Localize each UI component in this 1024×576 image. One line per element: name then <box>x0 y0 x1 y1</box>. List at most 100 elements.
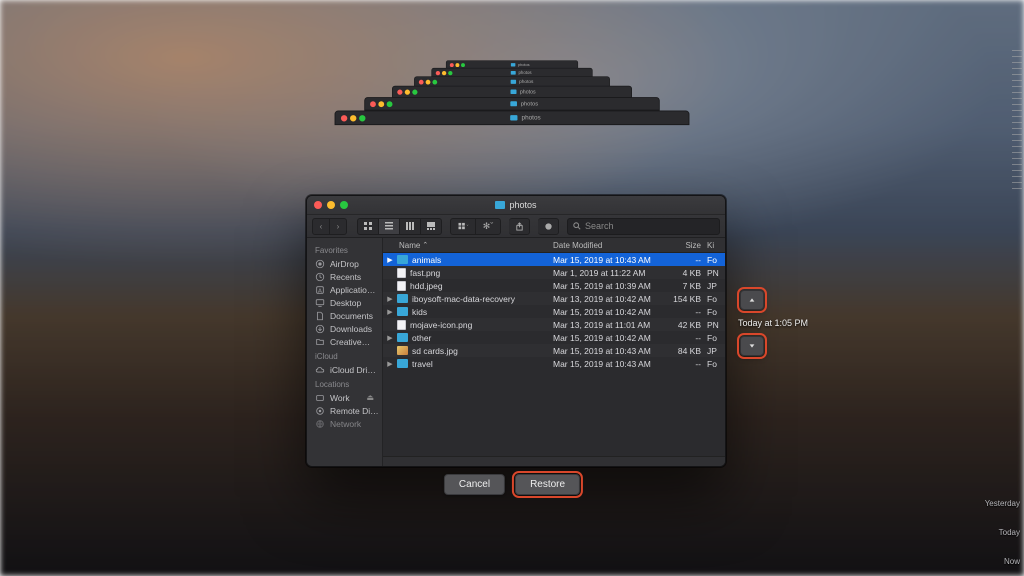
file-kind: Fo <box>707 294 725 304</box>
folder-icon <box>397 294 408 303</box>
file-kind: PN <box>707 268 725 278</box>
forward-button[interactable]: › <box>330 218 347 235</box>
file-list: Name⌃ Date Modified Size Ki ▶animalsMar … <box>383 238 725 466</box>
file-row[interactable]: ▶iboysoft-mac-data-recoveryMar 13, 2019 … <box>383 292 725 305</box>
file-kind: Fo <box>707 255 725 265</box>
column-name[interactable]: Name⌃ <box>397 241 553 250</box>
finder-toolbar: ‹ › ˇ ✻ˇ Search <box>307 215 725 238</box>
action-gear-button[interactable]: ✻ˇ <box>476 218 501 235</box>
file-size: 4 KB <box>663 268 707 278</box>
svg-text:ˇ: ˇ <box>467 225 469 231</box>
column-size[interactable]: Size <box>663 241 707 250</box>
horizontal-scrollbar[interactable] <box>383 456 725 466</box>
file-kind: JP <box>707 346 725 356</box>
sidebar-item-creative[interactable]: Creative… <box>307 335 382 348</box>
sidebar-item-work[interactable]: Work⏏ <box>307 391 382 404</box>
disclosure-triangle-icon[interactable]: ▶ <box>383 308 397 316</box>
file-row[interactable]: mojave-icon.pngMar 13, 2019 at 11:01 AM4… <box>383 318 725 331</box>
file-name: hdd.jpeg <box>410 281 553 291</box>
file-row[interactable]: ▶animalsMar 15, 2019 at 10:43 AM--Fo <box>383 253 725 266</box>
sidebar-item-desktop[interactable]: Desktop <box>307 296 382 309</box>
file-size: -- <box>663 359 707 369</box>
maximize-icon[interactable] <box>340 201 348 209</box>
tags-button[interactable] <box>538 218 559 235</box>
disclosure-triangle-icon[interactable]: ▶ <box>383 295 397 303</box>
file-date: Mar 15, 2019 at 10:42 AM <box>553 307 663 317</box>
list-view-button[interactable] <box>379 218 400 235</box>
downloads-icon <box>315 324 325 334</box>
file-name: kids <box>412 307 553 317</box>
sidebar-item-network[interactable]: Network <box>307 417 382 430</box>
file-size: -- <box>663 255 707 265</box>
sidebar-item-icloud[interactable]: iCloud Dri… <box>307 363 382 376</box>
globe-icon <box>315 419 325 429</box>
timeline-now[interactable]: Now <box>1004 557 1020 566</box>
disc-icon <box>315 406 325 416</box>
window-titlebar[interactable]: photos <box>307 196 725 215</box>
sidebar-item-recents[interactable]: Recents <box>307 270 382 283</box>
file-date: Mar 15, 2019 at 10:43 AM <box>553 255 663 265</box>
clock-icon <box>315 272 325 282</box>
cancel-button[interactable]: Cancel <box>444 474 505 495</box>
file-rows[interactable]: ▶animalsMar 15, 2019 at 10:43 AM--Fofast… <box>383 253 725 456</box>
sidebar-item-applications[interactable]: AApplicatio… <box>307 283 382 296</box>
disclosure-triangle-icon[interactable]: ▶ <box>383 360 397 368</box>
column-headers[interactable]: Name⌃ Date Modified Size Ki <box>383 238 725 253</box>
disclosure-triangle-icon[interactable]: ▶ <box>383 334 397 342</box>
desktop-icon <box>315 298 325 308</box>
search-input[interactable]: Search <box>567 218 720 235</box>
finder-sidebar: Favorites AirDrop Recents AApplicatio… D… <box>307 238 383 466</box>
file-row[interactable]: hdd.jpegMar 15, 2019 at 10:39 AM7 KBJP <box>383 279 725 292</box>
time-nav-label: Today at 1:05 PM <box>738 318 808 328</box>
minimize-icon[interactable] <box>327 201 335 209</box>
search-icon <box>573 222 581 230</box>
file-row[interactable]: ▶travelMar 15, 2019 at 10:43 AM--Fo <box>383 357 725 370</box>
file-row[interactable]: ▶kidsMar 15, 2019 at 10:42 AM--Fo <box>383 305 725 318</box>
time-nav-up-button[interactable] <box>740 290 764 310</box>
cloud-icon <box>315 365 325 375</box>
eject-icon[interactable]: ⏏ <box>366 393 374 402</box>
folder-icon <box>397 333 408 342</box>
column-view-button[interactable] <box>400 218 421 235</box>
file-icon <box>397 268 406 278</box>
file-date: Mar 15, 2019 at 10:43 AM <box>553 346 663 356</box>
file-date: Mar 15, 2019 at 10:39 AM <box>553 281 663 291</box>
file-date: Mar 13, 2019 at 10:42 AM <box>553 294 663 304</box>
documents-icon <box>315 311 325 321</box>
sidebar-item-remote[interactable]: Remote Di… <box>307 404 382 417</box>
file-size: 84 KB <box>663 346 707 356</box>
file-row[interactable]: fast.pngMar 1, 2019 at 11:22 AM4 KBPN <box>383 266 725 279</box>
search-placeholder: Search <box>585 221 614 231</box>
file-name: fast.png <box>410 268 553 278</box>
file-name: sd cards.jpg <box>412 346 553 356</box>
sidebar-item-downloads[interactable]: Downloads <box>307 322 382 335</box>
gallery-view-button[interactable] <box>421 218 442 235</box>
finder-window: photos ‹ › ˇ ✻ˇ Search Favorites <box>306 195 726 467</box>
file-name: other <box>412 333 553 343</box>
timeline-ruler[interactable]: Yesterday Today Now <box>972 40 1022 570</box>
restore-button[interactable]: Restore <box>515 474 580 495</box>
folder-icon <box>397 359 408 368</box>
svg-text:A: A <box>318 288 322 294</box>
sidebar-item-documents[interactable]: Documents <box>307 309 382 322</box>
file-size: -- <box>663 307 707 317</box>
timeline-today[interactable]: Today <box>999 528 1020 537</box>
file-size: -- <box>663 333 707 343</box>
view-mode-segment <box>357 218 442 235</box>
sidebar-section-header: iCloud <box>307 348 382 363</box>
file-row[interactable]: ▶otherMar 15, 2019 at 10:42 AM--Fo <box>383 331 725 344</box>
back-button[interactable]: ‹ <box>312 218 330 235</box>
file-date: Mar 15, 2019 at 10:43 AM <box>553 359 663 369</box>
time-nav-down-button[interactable] <box>740 336 764 356</box>
arrange-button[interactable]: ˇ <box>450 218 476 235</box>
folder-icon <box>315 337 325 347</box>
sidebar-item-airdrop[interactable]: AirDrop <box>307 257 382 270</box>
share-button[interactable] <box>509 218 530 235</box>
column-kind[interactable]: Ki <box>707 241 725 250</box>
disclosure-triangle-icon[interactable]: ▶ <box>383 256 397 264</box>
icon-view-button[interactable] <box>357 218 379 235</box>
file-row[interactable]: sd cards.jpgMar 15, 2019 at 10:43 AM84 K… <box>383 344 725 357</box>
column-date[interactable]: Date Modified <box>553 241 663 250</box>
timeline-yesterday[interactable]: Yesterday <box>985 499 1020 508</box>
close-icon[interactable] <box>314 201 322 209</box>
